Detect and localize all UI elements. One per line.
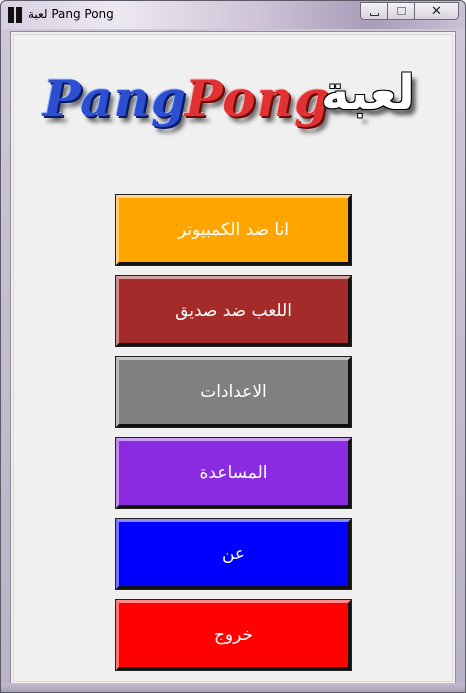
vs-friend-button[interactable]: اللعب ضد صديق [115, 275, 352, 347]
title-bar[interactable]: لعبة Pang Pong ✕ [1, 1, 465, 29]
minimize-button[interactable] [360, 2, 387, 20]
maximize-button[interactable] [387, 2, 414, 20]
logo-word-arabic: لعبة [321, 65, 415, 121]
logo-word-pang: Pang [43, 69, 187, 128]
app-icon[interactable] [8, 7, 22, 23]
exit-button[interactable]: خروج [115, 599, 352, 671]
maximize-icon [396, 7, 406, 15]
settings-button[interactable]: الاعدادات [115, 356, 352, 428]
window-controls: ✕ [360, 2, 459, 20]
logo-word-pong: Pong [185, 69, 330, 128]
close-button[interactable]: ✕ [414, 2, 459, 20]
app-window: لعبة Pang Pong ✕ Pang Pong لعبة انا ضد ا… [0, 0, 466, 693]
about-button[interactable]: عن [115, 518, 352, 590]
window-title: لعبة Pang Pong [28, 7, 114, 21]
minimize-icon [369, 12, 379, 16]
window-bottom-border [1, 683, 465, 692]
close-icon: ✕ [431, 3, 442, 19]
vs-computer-button[interactable]: انا ضد الكمبيوتر [115, 194, 352, 266]
help-button[interactable]: المساعدة [115, 437, 352, 509]
game-logo: Pang Pong لعبة [35, 41, 425, 141]
